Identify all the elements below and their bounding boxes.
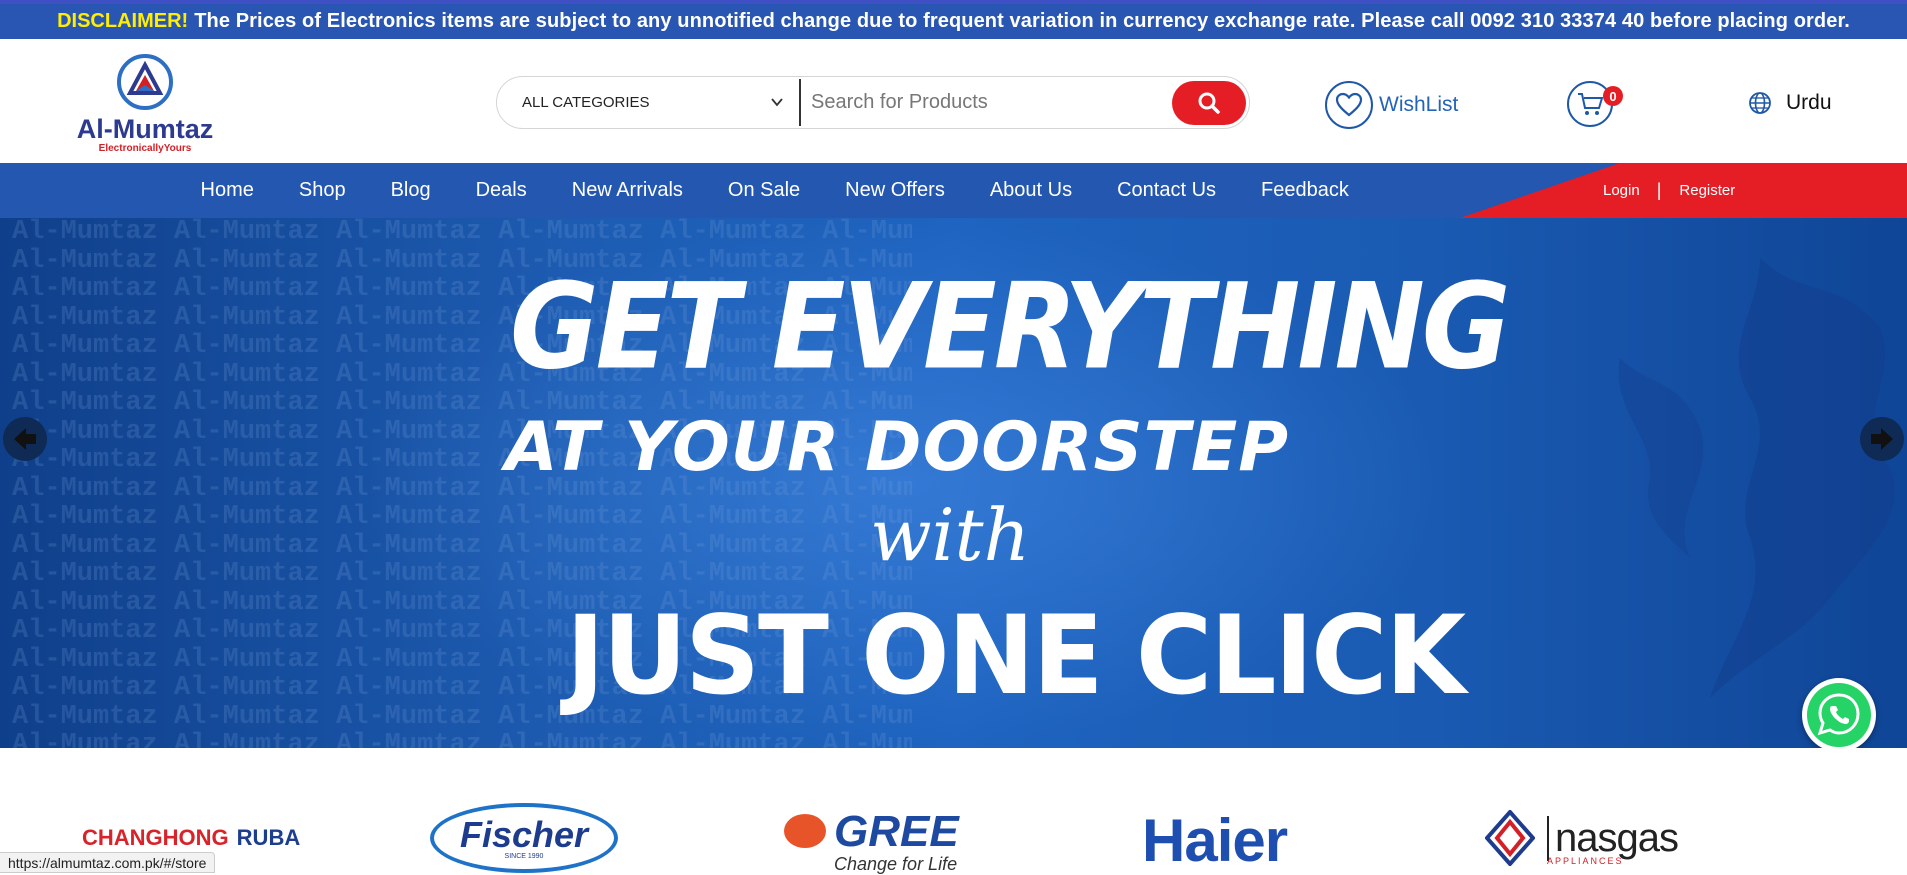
category-select[interactable]: ALL CATEGORIES: [497, 77, 799, 128]
cart-icon: [1578, 93, 1604, 115]
site-logo[interactable]: Al-Mumtaz ElectronicallyYours: [60, 53, 230, 158]
carousel-prev-button[interactable]: [3, 417, 47, 461]
category-select-value: ALL CATEGORIES: [522, 94, 650, 111]
nav-item-blog[interactable]: Blog: [368, 179, 453, 202]
nav-item-home[interactable]: Home: [178, 179, 276, 202]
search-icon: [1198, 92, 1220, 114]
search-divider: [799, 79, 801, 126]
disclaimer-label: DISCLAIMER!: [57, 10, 189, 32]
watermark-row: Al-Mumtaz Al-Mumtaz Al-Mumtaz Al-Mumtaz …: [12, 502, 912, 532]
register-link[interactable]: Register: [1679, 182, 1735, 199]
cart-button[interactable]: 0: [1567, 81, 1623, 131]
hero-banner[interactable]: Al-Mumtaz Al-Mumtaz Al-Mumtaz Al-Mumtaz …: [0, 218, 1907, 748]
disclaimer-bar: DISCLAIMER! The Prices of Electronics it…: [0, 0, 1907, 39]
auth-links: Login | Register: [1603, 163, 1735, 218]
site-header: Al-Mumtaz ElectronicallyYours ALL CATEGO…: [0, 39, 1907, 163]
login-link[interactable]: Login: [1603, 182, 1640, 199]
watermark-row: Al-Mumtaz Al-Mumtaz Al-Mumtaz Al-Mumtaz …: [12, 559, 912, 589]
arrow-right-icon: [1871, 428, 1893, 450]
nav-item-deals[interactable]: Deals: [453, 179, 549, 202]
gree-logo-mark-icon: [784, 814, 826, 848]
banner-headline-4: JUST ONE CLICK: [566, 590, 1466, 720]
banner-headline-1: GET EVERYTHING: [510, 258, 1511, 397]
nav-item-shop[interactable]: Shop: [276, 179, 368, 202]
search-button[interactable]: [1172, 81, 1246, 125]
banner-headline-3: with: [870, 493, 1030, 577]
nav-item-feedback[interactable]: Feedback: [1239, 179, 1372, 202]
language-label: Urdu: [1786, 91, 1832, 114]
cart-count-badge: 0: [1603, 86, 1623, 106]
disclaimer-text: The Prices of Electronics items are subj…: [194, 10, 1850, 32]
logo-name: Al-Mumtaz: [76, 114, 214, 144]
wishlist-label: WishList: [1379, 93, 1459, 116]
search-input[interactable]: [811, 77, 1161, 128]
brand-fischer[interactable]: Fischer SINCE 1990: [430, 803, 618, 873]
brand-nasgas-label: nasgas: [1547, 815, 1679, 861]
wishlist-icon-wrap: [1325, 81, 1373, 129]
logo-tagline: ElectronicallyYours: [98, 143, 192, 154]
brush-stroke-decoration: [1618, 258, 1895, 698]
nasgas-logo-mark-icon: [1485, 810, 1535, 866]
brand-haier[interactable]: Haier: [1142, 806, 1288, 875]
brand-gree-slogan: Change for Life: [834, 854, 958, 874]
brand-gree[interactable]: GREE Change for Life: [784, 810, 959, 875]
brand-strip: CHANGHONG RUBA Fischer SINCE 1990 GREE Ch…: [0, 748, 1907, 875]
nav-item-new-offers[interactable]: New Offers: [823, 179, 968, 202]
heart-icon: [1335, 92, 1363, 117]
nav-item-new-arrivals[interactable]: New Arrivals: [549, 179, 705, 202]
brand-changhong-ruba[interactable]: CHANGHONG RUBA: [82, 825, 300, 851]
nav-item-about-us[interactable]: About Us: [967, 179, 1094, 202]
watermark-row: Al-Mumtaz Al-Mumtaz Al-Mumtaz Al-Mumtaz …: [12, 730, 912, 748]
whatsapp-icon: [1807, 683, 1871, 747]
main-nav: Home Shop Blog Deals New Arrivals On Sal…: [0, 163, 1907, 218]
brand-gree-label: GREE: [834, 807, 959, 856]
wishlist-link[interactable]: WishList: [1325, 81, 1458, 129]
brand-nasgas-sub: APPLIANCES: [1547, 856, 1624, 866]
nav-item-contact-us[interactable]: Contact Us: [1095, 179, 1239, 202]
status-bar-url: https://almumtaz.com.pk/#/store: [0, 852, 216, 873]
brand-ruba-label: RUBA: [236, 825, 301, 850]
logo-mark-icon: [117, 54, 173, 110]
chevron-down-icon: [771, 98, 783, 107]
auth-separator: |: [1656, 180, 1662, 200]
watermark-row: Al-Mumtaz Al-Mumtaz Al-Mumtaz Al-Mumtaz …: [12, 218, 912, 247]
brand-fischer-since: SINCE 1990: [504, 852, 544, 860]
search-bar: ALL CATEGORIES: [496, 76, 1250, 129]
brand-fischer-label: Fischer: [459, 813, 589, 855]
brand-changhong-label: CHANGHONG: [82, 825, 229, 850]
arrow-left-icon: [14, 428, 36, 450]
carousel-next-button[interactable]: [1860, 417, 1904, 461]
banner-headline-2: AT YOUR DOORSTEP: [505, 408, 1290, 487]
globe-icon: [1749, 92, 1771, 114]
language-switcher[interactable]: Urdu: [1748, 91, 1832, 115]
brand-nasgas[interactable]: nasgas APPLIANCES: [1485, 810, 1679, 866]
nav-menu: Home Shop Blog Deals New Arrivals On Sal…: [178, 163, 1371, 218]
whatsapp-button[interactable]: [1802, 678, 1876, 752]
watermark-row: Al-Mumtaz Al-Mumtaz Al-Mumtaz Al-Mumtaz …: [12, 530, 912, 561]
nav-item-on-sale[interactable]: On Sale: [705, 179, 822, 202]
